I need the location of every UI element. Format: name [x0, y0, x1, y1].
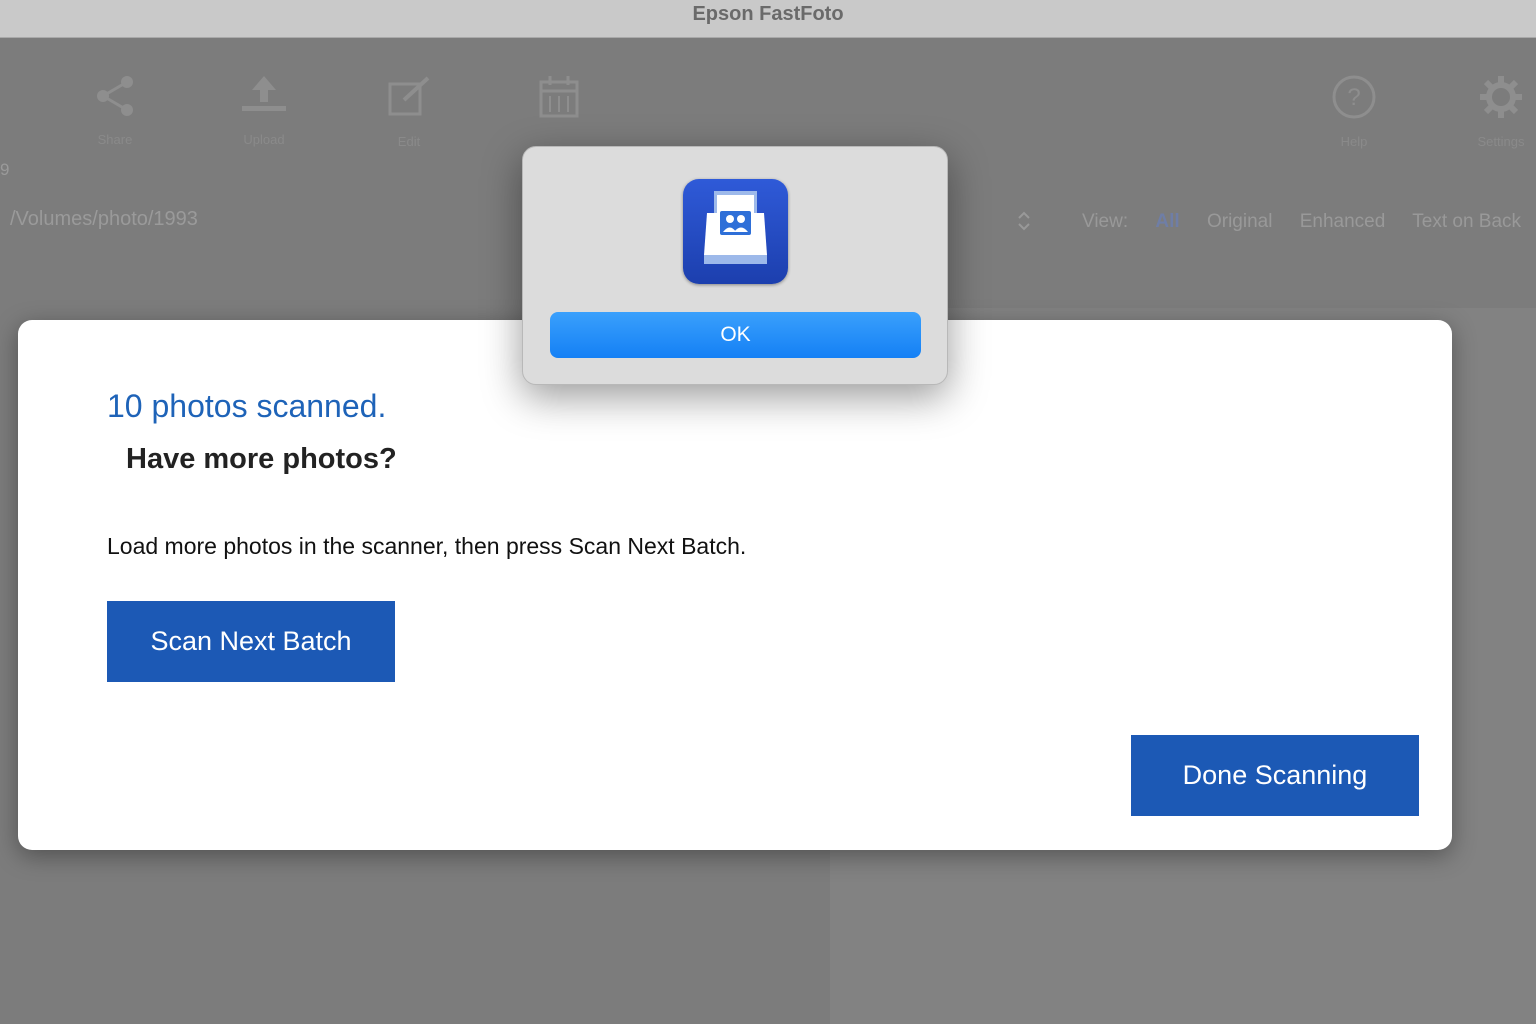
- toolbar-settings-button[interactable]: Settings: [1446, 74, 1536, 164]
- toolbar-edit-button[interactable]: Edit: [354, 74, 464, 164]
- window-title: Epson FastFoto: [692, 3, 844, 25]
- alert-dialog: OK: [522, 146, 948, 385]
- instruction-text: Load more photos in the scanner, then pr…: [107, 533, 747, 559]
- view-option-all[interactable]: All: [1155, 211, 1179, 232]
- title-bar: Epson FastFoto: [0, 0, 1536, 38]
- calendar-icon: [539, 76, 579, 118]
- edit-icon: [388, 76, 430, 116]
- toolbar-share-label: Share: [97, 132, 133, 147]
- view-option-text-on-back[interactable]: Text on Back: [1412, 211, 1521, 232]
- view-option-enhanced[interactable]: Enhanced: [1300, 211, 1386, 232]
- more-photos-question: Have more photos?: [126, 443, 397, 475]
- photo-count-fragment: 9: [0, 160, 10, 179]
- gear-icon: [1480, 76, 1522, 118]
- sort-arrows-icon[interactable]: [1016, 210, 1032, 232]
- view-option-original[interactable]: Original: [1207, 211, 1272, 232]
- toolbar-upload-button[interactable]: Upload: [209, 74, 319, 164]
- toolbar-help-button[interactable]: ? Help: [1299, 74, 1409, 164]
- toolbar-settings-label: Settings: [1477, 134, 1525, 149]
- folder-path: /Volumes/photo/1993: [10, 208, 198, 230]
- view-label: View:: [1082, 211, 1129, 232]
- scanned-count-text: 10 photos scanned.: [107, 388, 387, 424]
- toolbar-help-label: Help: [1340, 134, 1368, 149]
- scan-next-batch-button[interactable]: Scan Next Batch: [107, 601, 395, 682]
- toolbar-upload-label: Upload: [243, 132, 285, 147]
- svg-text:?: ?: [1347, 84, 1360, 111]
- fastfoto-app-icon: [683, 179, 788, 284]
- toolbar-share-button[interactable]: Share: [60, 74, 170, 164]
- ok-button[interactable]: OK: [550, 312, 921, 358]
- scan-complete-dialog: 10 photos scanned. Have more photos? Loa…: [18, 320, 1452, 850]
- toolbar-edit-label: Edit: [397, 134, 421, 149]
- help-icon: ?: [1332, 75, 1376, 119]
- view-filter: View: All Original Enhanced Text on Back: [1082, 211, 1536, 233]
- done-scanning-button[interactable]: Done Scanning: [1131, 735, 1419, 816]
- share-icon: [97, 76, 133, 116]
- upload-icon: [242, 76, 286, 111]
